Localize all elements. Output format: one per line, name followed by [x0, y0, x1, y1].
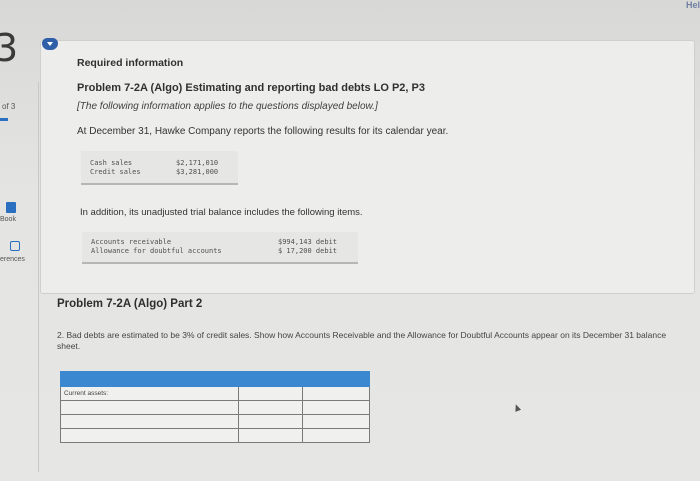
- amount-input[interactable]: [237, 414, 304, 429]
- required-information-heading: Required information: [77, 57, 184, 69]
- total-input[interactable]: [302, 400, 370, 415]
- book-icon[interactable]: [6, 202, 16, 213]
- amount-input[interactable]: [237, 400, 304, 415]
- question-count: of 3: [2, 102, 16, 111]
- table-row: [60, 400, 370, 415]
- problem-note: [The following information applies to th…: [77, 101, 378, 112]
- sales-label: Credit sales: [90, 168, 141, 176]
- help-link[interactable]: Hel: [686, 0, 700, 10]
- amount-input[interactable]: [237, 386, 304, 401]
- trial-balance-row: Accounts receivable $994,143 debit: [91, 238, 337, 247]
- part-question: 2. Bad debts are estimated to be 3% of c…: [57, 330, 667, 351]
- balance-sheet-answer-table: Current assets:: [60, 371, 370, 443]
- mouse-cursor-icon: [512, 403, 522, 412]
- sales-row: Cash sales $2,171,010: [90, 159, 218, 168]
- part-title: Problem 7-2A (Algo) Part 2: [57, 298, 203, 310]
- ebook-link[interactable]: Book: [0, 216, 16, 223]
- sales-amount: $2,171,010: [176, 159, 219, 167]
- rail-divider: [38, 82, 39, 472]
- total-input[interactable]: [302, 386, 370, 401]
- table-row: Current assets:: [60, 386, 370, 401]
- box-underline: [82, 262, 358, 264]
- sales-row: Credit sales $3,281,000: [90, 168, 218, 177]
- trial-balance-box: Accounts receivable $994,143 debit Allowa…: [82, 232, 358, 264]
- trial-balance-label: Accounts receivable: [91, 238, 172, 246]
- account-input[interactable]: [60, 414, 239, 429]
- references-icon[interactable]: [10, 241, 20, 251]
- question-number: 3: [0, 26, 19, 70]
- table-row: [60, 428, 370, 443]
- question-navigation-rail: 3 of 3 Book erences: [0, 0, 40, 481]
- table-header-row: [60, 371, 370, 387]
- trial-balance-intro: In addition, its unadjusted trial balanc…: [80, 207, 363, 218]
- box-underline: [81, 183, 238, 185]
- sales-data-box: Cash sales $2,171,010 Credit sales $3,281,…: [81, 151, 238, 185]
- references-link[interactable]: erences: [0, 256, 25, 263]
- current-assets-label: Current assets:: [60, 386, 239, 401]
- sales-label: Cash sales: [90, 159, 133, 167]
- collapse-toggle-icon[interactable]: [42, 38, 58, 50]
- table-row: [60, 414, 370, 429]
- account-input[interactable]: [60, 428, 239, 443]
- trial-balance-label: Allowance for doubtful accounts: [91, 247, 222, 255]
- trial-balance-amount: $994,143 debit: [278, 238, 338, 246]
- problem-intro: At December 31, Hawke Company reports th…: [77, 126, 449, 137]
- sales-amount: $3,281,000: [176, 168, 219, 176]
- table-header: [60, 371, 370, 387]
- total-input[interactable]: [302, 428, 370, 443]
- problem-title: Problem 7-2A (Algo) Estimating and repor…: [77, 82, 425, 94]
- trial-balance-row: Allowance for doubtful accounts $ 17,200 …: [91, 247, 337, 256]
- account-input[interactable]: [60, 400, 239, 415]
- trial-balance-amount: $ 17,200 debit: [278, 247, 338, 255]
- total-input[interactable]: [302, 414, 370, 429]
- amount-input[interactable]: [237, 428, 304, 443]
- progress-indicator: [0, 118, 8, 121]
